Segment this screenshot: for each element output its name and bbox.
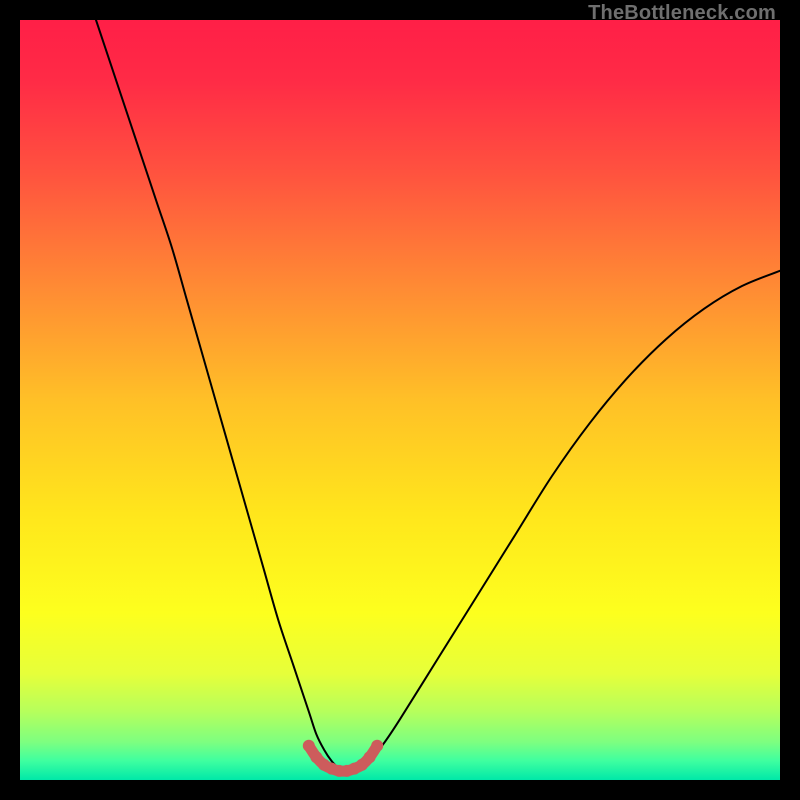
bottleneck-curve <box>96 20 780 773</box>
optimal-marker <box>364 751 376 763</box>
plot-area <box>20 20 780 780</box>
optimal-marker <box>303 740 315 752</box>
watermark-text: TheBottleneck.com <box>588 2 776 25</box>
chart-frame: TheBottleneck.com <box>0 0 800 800</box>
chart-svg <box>20 20 780 780</box>
optimal-marker <box>371 740 383 752</box>
